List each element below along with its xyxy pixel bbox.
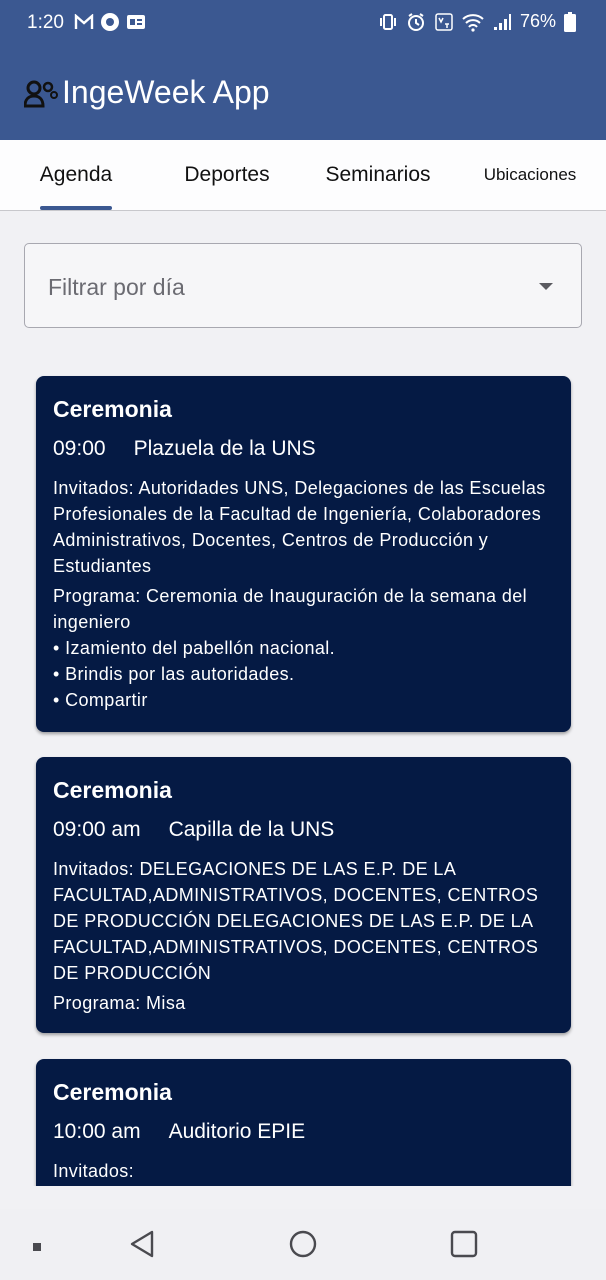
news-icon [127,15,145,29]
event-place: Auditorio EPIE [168,1120,306,1143]
battery-icon [564,11,576,32]
battery-percentage: 76% [519,11,556,31]
system-navigation-bar [0,1209,606,1280]
event-card[interactable]: Ceremonia 09:00 Plazuela de la UNS Invit… [36,376,571,732]
recent-apps-icon[interactable] [450,1229,478,1259]
tab-active-indicator [40,206,112,210]
app-title-row: IngeWeek App [24,74,270,111]
event-time: 09:00 [53,437,106,460]
tab-ubicaciones[interactable]: Ubicaciones [470,140,590,210]
event-programa: Programa: Misa [53,993,186,1013]
tab-seminarios[interactable]: Seminarios [310,140,446,210]
app-bar: 1:20 76% IngeWeek App [0,0,606,140]
event-place: Capilla de la UNS [168,818,335,841]
event-time: 10:00 am [53,1120,141,1143]
day-filter-dropdown[interactable]: Filtrar por día [24,243,582,328]
alarm-icon [407,12,424,31]
event-card[interactable]: Ceremonia 09:00 am Capilla de la UNS Inv… [36,757,571,1033]
status-time: 1:20 [27,12,64,33]
event-title: Ceremonia [53,777,172,803]
event-program-item: • Compartir [53,690,148,710]
media-icon [101,13,119,31]
event-list[interactable]: Ceremonia 09:00 Plazuela de la UNS Invit… [0,360,606,1186]
keyboard-dot-icon [33,1243,41,1251]
home-icon[interactable] [288,1229,318,1259]
event-title: Ceremonia [53,1079,172,1105]
event-time: 09:00 am [53,818,141,841]
event-title: Ceremonia [53,396,172,422]
tab-deportes[interactable]: Deportes [166,140,288,210]
tab-bar: Agenda Deportes Seminarios Ubicaciones [0,140,606,211]
day-filter-placeholder: Filtrar por día [48,274,185,300]
vibrate-icon [379,13,396,30]
event-program-item: • Brindis por las autoridades. [53,664,295,684]
app-title: IngeWeek App [62,74,270,110]
signal-icon [493,13,511,30]
dropdown-arrow-icon [539,283,553,290]
engineer-gear-icon [24,80,58,107]
event-invitados: Invitados: Autoridades UNS, Delegaciones… [53,478,546,576]
event-place: Plazuela de la UNS [133,437,316,460]
wifi-icon [462,13,484,32]
gmail-icon [74,14,94,29]
event-programa: Programa: Ceremonia de Inauguración de l… [53,586,528,632]
event-invitados: Invitados: DELEGACIONES DE LAS E.P. DE L… [53,859,539,983]
tab-agenda[interactable]: Agenda [20,140,132,210]
back-icon[interactable] [128,1229,156,1259]
event-card[interactable]: Ceremonia 10:00 am Auditorio EPIE Invita… [36,1059,571,1186]
status-bar: 1:20 76% [0,0,606,46]
volte-icon [435,12,453,31]
event-invitados: Invitados: [53,1161,135,1181]
event-program-item: • Izamiento del pabellón nacional. [53,638,336,658]
